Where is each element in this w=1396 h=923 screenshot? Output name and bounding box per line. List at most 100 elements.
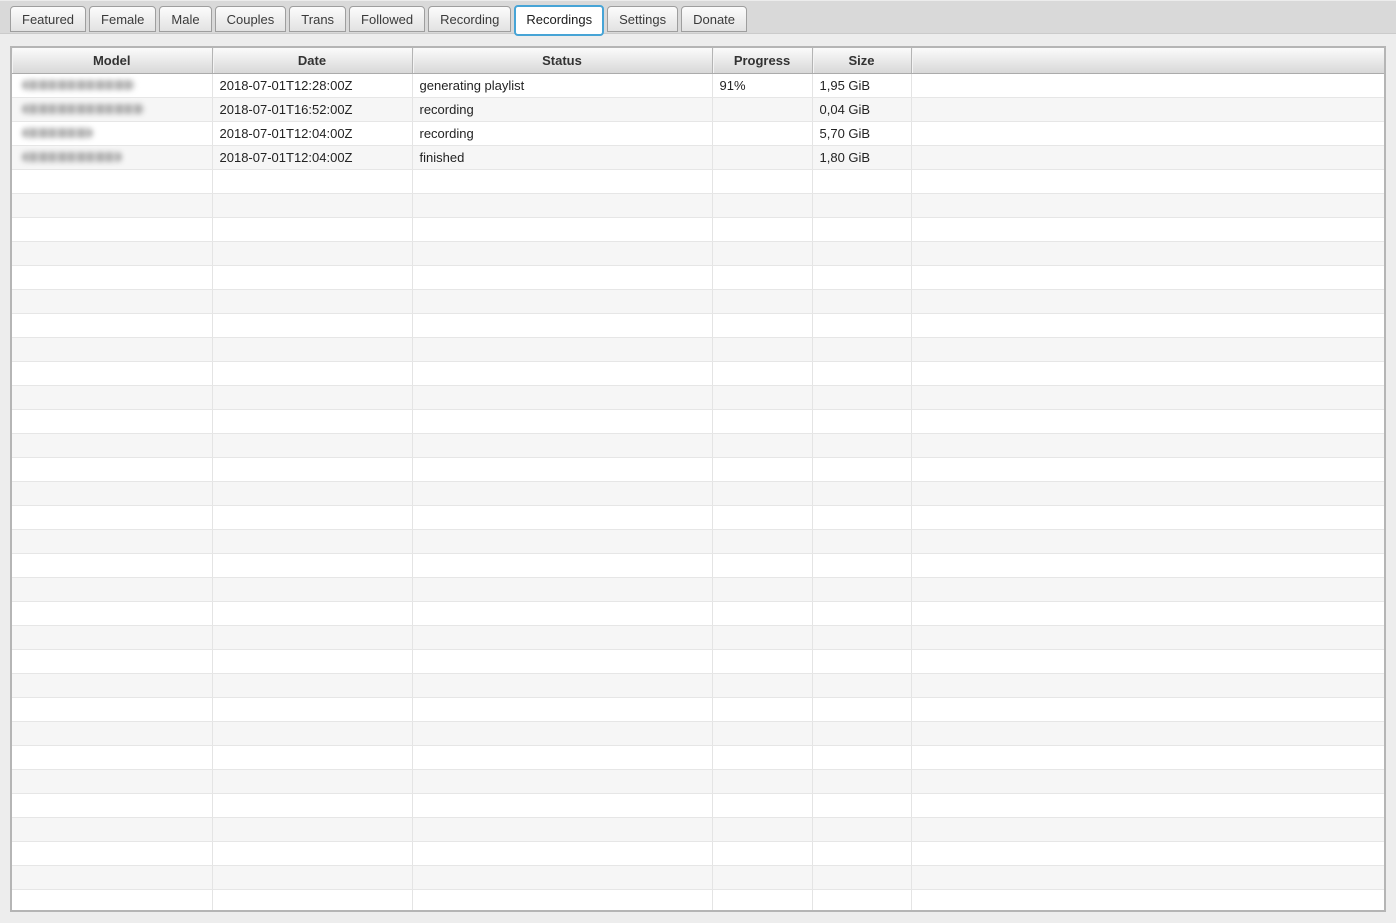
empty-table-row <box>12 673 1384 698</box>
empty-table-row <box>12 313 1384 338</box>
empty-cell <box>12 697 213 722</box>
empty-cell <box>212 385 413 410</box>
empty-cell <box>412 265 713 290</box>
table-row[interactable]: 2018-07-01T16:52:00Z recording 0,04 GiB <box>12 97 1384 122</box>
empty-cell <box>812 529 912 554</box>
empty-cell <box>412 889 713 910</box>
empty-cell <box>712 457 813 482</box>
tab-featured[interactable]: Featured <box>10 6 87 32</box>
empty-cell <box>412 769 713 794</box>
table-body: 2018-07-01T12:28:00Z generating playlist 9… <box>12 73 1384 910</box>
empty-cell <box>412 745 713 770</box>
empty-cell <box>212 817 413 842</box>
tab-trans[interactable]: Trans <box>289 6 347 32</box>
empty-cell <box>911 457 1384 482</box>
tab-followed[interactable]: Followed <box>349 6 426 32</box>
tab-male[interactable]: Male <box>159 6 212 32</box>
tab-donate[interactable]: Donate <box>681 6 748 32</box>
empty-cell <box>911 217 1384 242</box>
empty-cell <box>12 769 213 794</box>
empty-cell <box>12 505 213 530</box>
empty-cell <box>212 889 413 910</box>
table-row[interactable]: 2018-07-01T12:04:00Z finished 1,80 GiB <box>12 145 1384 170</box>
empty-cell <box>12 889 213 910</box>
empty-table-row <box>12 841 1384 866</box>
empty-cell <box>911 625 1384 650</box>
redacted-model-name <box>22 80 135 90</box>
date-cell: 2018-07-01T12:28:00Z <box>212 73 413 98</box>
empty-cell <box>911 889 1384 910</box>
empty-cell <box>212 193 413 218</box>
empty-cell <box>12 553 213 578</box>
empty-table-row <box>12 265 1384 290</box>
empty-cell <box>212 481 413 506</box>
empty-cell <box>911 337 1384 362</box>
empty-cell <box>212 745 413 770</box>
empty-cell <box>412 649 713 674</box>
table-row[interactable]: 2018-07-01T12:28:00Z generating playlist 9… <box>12 73 1384 98</box>
recordings-panel: Model Date Status Progress Size 2018-07-01T1… <box>10 46 1386 912</box>
empty-cell <box>412 169 713 194</box>
empty-cell <box>212 505 413 530</box>
empty-table-row <box>12 793 1384 818</box>
empty-cell <box>712 697 813 722</box>
column-header-date[interactable]: Date <box>212 48 413 74</box>
column-header-size[interactable]: Size <box>812 48 912 74</box>
empty-cell <box>12 265 213 290</box>
empty-cell <box>712 817 813 842</box>
empty-cell <box>212 769 413 794</box>
empty-table-row <box>12 865 1384 890</box>
empty-cell <box>812 193 912 218</box>
empty-table-row <box>12 745 1384 770</box>
empty-cell <box>911 601 1384 626</box>
empty-cell <box>812 769 912 794</box>
empty-cell <box>412 193 713 218</box>
empty-cell <box>812 265 912 290</box>
table-row[interactable]: 2018-07-01T12:04:00Z recording 5,70 GiB <box>12 121 1384 146</box>
empty-cell <box>12 841 213 866</box>
tab-settings[interactable]: Settings <box>607 6 679 32</box>
redacted-model-name <box>22 104 144 114</box>
empty-cell <box>12 625 213 650</box>
empty-cell <box>911 169 1384 194</box>
tab-recordings[interactable]: Recordings <box>514 5 605 36</box>
column-header-progress[interactable]: Progress <box>712 48 813 74</box>
empty-cell <box>12 529 213 554</box>
empty-table-row <box>12 481 1384 506</box>
recordings-table: Model Date Status Progress Size 2018-07-01T1… <box>12 48 1384 910</box>
column-header-status[interactable]: Status <box>412 48 713 74</box>
status-cell: recording <box>412 121 713 146</box>
empty-table-row <box>12 289 1384 314</box>
empty-table-row <box>12 817 1384 842</box>
empty-cell <box>212 241 413 266</box>
empty-table-row <box>12 889 1384 910</box>
empty-cell <box>212 721 413 746</box>
empty-cell <box>911 409 1384 434</box>
tab-couples[interactable]: Couples <box>214 6 287 32</box>
empty-cell <box>911 793 1384 818</box>
empty-cell <box>12 793 213 818</box>
tab-female[interactable]: Female <box>89 6 157 32</box>
empty-cell <box>911 529 1384 554</box>
empty-cell <box>812 553 912 578</box>
column-header-extra[interactable] <box>911 48 1384 74</box>
empty-table-row <box>12 193 1384 218</box>
empty-cell <box>911 697 1384 722</box>
empty-cell <box>712 553 813 578</box>
empty-cell <box>812 313 912 338</box>
empty-cell <box>12 721 213 746</box>
empty-cell <box>212 553 413 578</box>
empty-cell <box>412 625 713 650</box>
tab-recording[interactable]: Recording <box>428 6 512 32</box>
empty-cell <box>812 433 912 458</box>
empty-cell <box>412 553 713 578</box>
size-cell: 0,04 GiB <box>812 97 912 122</box>
empty-cell <box>212 313 413 338</box>
empty-table-row <box>12 553 1384 578</box>
column-header-model[interactable]: Model <box>12 48 213 74</box>
empty-cell <box>212 841 413 866</box>
empty-cell <box>412 841 713 866</box>
progress-cell: 91% <box>712 73 813 98</box>
empty-cell <box>12 409 213 434</box>
empty-cell <box>712 505 813 530</box>
